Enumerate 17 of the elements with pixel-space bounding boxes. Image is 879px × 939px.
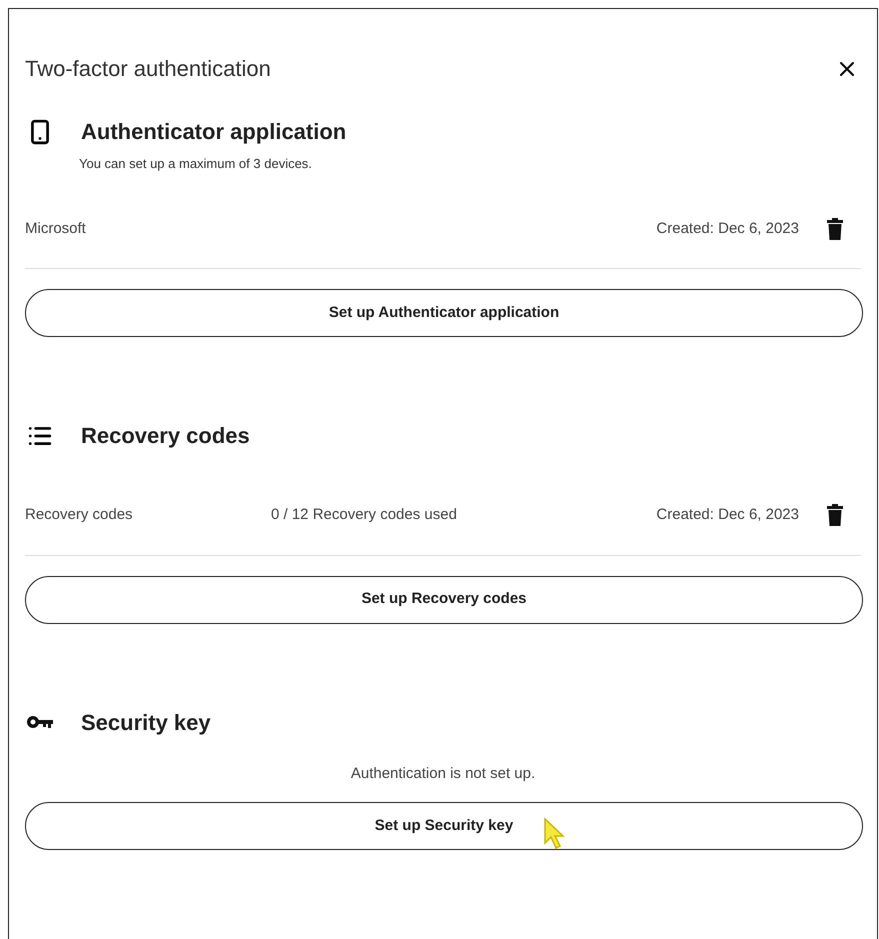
section-heading: Recovery codes: [81, 422, 250, 450]
created-date: Created: Dec 6, 2023: [656, 218, 799, 238]
created-date: Created: Dec 6, 2023: [656, 505, 799, 525]
setup-button[interactable]: Set up Recovery codes: [25, 576, 863, 624]
dialog-title: Two-factor authentication: [25, 55, 271, 83]
entry-name: Recovery codes: [25, 505, 134, 525]
trash-icon[interactable]: [827, 218, 843, 240]
section-subtitle: You can set up a maximum of 3 devices.: [79, 155, 313, 173]
section-heading: Authenticator application: [81, 118, 346, 146]
setup-button[interactable]: Set up Authenticator application: [25, 289, 863, 337]
setup-button[interactable]: Set up Security key: [25, 802, 863, 850]
key-icon: [27, 715, 53, 729]
entry-name: Microsoft: [25, 218, 87, 238]
usage-count: 0 / 12 Recovery codes used: [271, 505, 457, 525]
section-heading: Security key: [81, 708, 211, 737]
trash-icon[interactable]: [827, 504, 843, 526]
status-text: Authentication is not set up.: [350, 764, 536, 784]
